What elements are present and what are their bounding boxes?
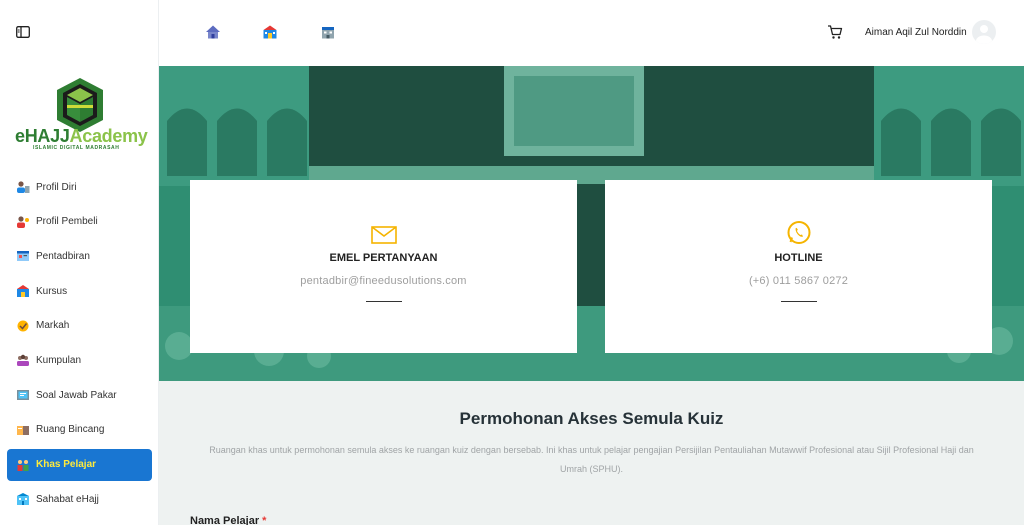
hotline-contact-card: HOTLINE (+6) 011 5867 0272 — [605, 180, 992, 353]
user-profile-icon — [17, 181, 30, 193]
school-icon[interactable] — [262, 24, 278, 40]
sidebar-item-kumpulan[interactable]: Kumpulan — [7, 344, 152, 376]
administration-icon — [17, 251, 29, 262]
sidebar: eHAJJAcademy ISLAMIC DIGITAL MADRASAH Pr… — [0, 0, 159, 525]
card-divider — [780, 301, 817, 302]
page-description: Ruangan khas untuk permohonan semula aks… — [209, 445, 974, 474]
friends-icon — [17, 493, 29, 506]
building-icon[interactable] — [320, 24, 336, 40]
sidebar-item-label: Profil Pembeli — [36, 216, 98, 228]
sidebar-item-label: Kumpulan — [36, 354, 82, 366]
cart-icon[interactable] — [827, 24, 843, 40]
email-card-title: EMEL PERTANYAAN — [329, 252, 438, 264]
student-special-icon — [17, 459, 29, 471]
sidebar-item-label: Profil Diri — [36, 181, 77, 193]
email-address[interactable]: pentadbir@fineedusolutions.com — [190, 275, 577, 287]
user-name[interactable]: Aiman Aqil Zul Norddin — [865, 27, 967, 38]
sidebar-nav: Profil Diri Profil Pembeli Pentadbiran K… — [7, 171, 152, 518]
sidebar-toggle-icon[interactable] — [16, 26, 30, 38]
card-divider — [365, 301, 402, 302]
student-name-label: Nama Pelajar * — [190, 515, 266, 525]
logo-tagline: ISLAMIC DIGITAL MADRASAH — [33, 145, 120, 151]
field-label-text: Nama Pelajar — [190, 515, 260, 525]
sidebar-item-label: Kursus — [36, 285, 68, 297]
hotline-number[interactable]: (+6) 011 5867 0272 — [605, 275, 992, 287]
required-mark: * — [262, 515, 267, 525]
page-title: Permohonan Akses Semula Kuiz — [459, 409, 724, 428]
sidebar-item-label: Soal Jawab Pakar — [36, 389, 117, 401]
buyer-profile-icon — [17, 216, 29, 228]
top-header: Aiman Aqil Zul Norddin — [159, 0, 1024, 66]
sidebar-item-label: Khas Pelajar — [36, 459, 97, 470]
group-icon — [17, 355, 29, 367]
sidebar-item-label: Pentadbiran — [36, 250, 90, 262]
grades-icon — [17, 320, 29, 332]
course-icon — [17, 285, 29, 298]
main-content: Permohonan Akses Semula Kuiz Ruangan kha… — [159, 381, 1024, 525]
logo-wordmark: eHAJJAcademy — [15, 126, 148, 146]
email-contact-card: EMEL PERTANYAAN pentadbir@fineedusolutio… — [190, 180, 577, 353]
envelope-icon — [370, 226, 397, 244]
sidebar-item-pentadbiran[interactable]: Pentadbiran — [7, 240, 152, 272]
sidebar-item-profil-diri[interactable]: Profil Diri — [7, 171, 152, 203]
sidebar-item-kursus[interactable]: Kursus — [7, 275, 152, 307]
expert-qa-icon — [17, 390, 29, 401]
sidebar-item-ruang-bincang[interactable]: Ruang Bincang — [7, 414, 152, 446]
sidebar-item-khas-pelajar[interactable]: Khas Pelajar — [7, 448, 152, 481]
sidebar-item-label: Markah — [36, 320, 70, 332]
avatar[interactable] — [972, 20, 996, 44]
hotline-card-title: HOTLINE — [774, 252, 823, 264]
home-icon[interactable] — [205, 24, 221, 40]
sidebar-item-label: Ruang Bincang — [36, 424, 105, 436]
hero-banner: EMEL PERTANYAAN pentadbir@fineedusolutio… — [159, 66, 1024, 381]
sidebar-item-markah[interactable]: Markah — [7, 310, 152, 342]
avatar-placeholder-icon — [976, 25, 992, 44]
sidebar-item-soal-jawab-pakar[interactable]: Soal Jawab Pakar — [7, 379, 152, 411]
sidebar-item-label: Sahabat eHajj — [36, 493, 99, 505]
whatsapp-icon — [787, 221, 810, 244]
sidebar-item-profil-pembeli[interactable]: Profil Pembeli — [7, 206, 152, 238]
discussion-icon — [17, 425, 29, 435]
sidebar-item-sahabat-ehajj[interactable]: Sahabat eHajj — [7, 483, 152, 515]
